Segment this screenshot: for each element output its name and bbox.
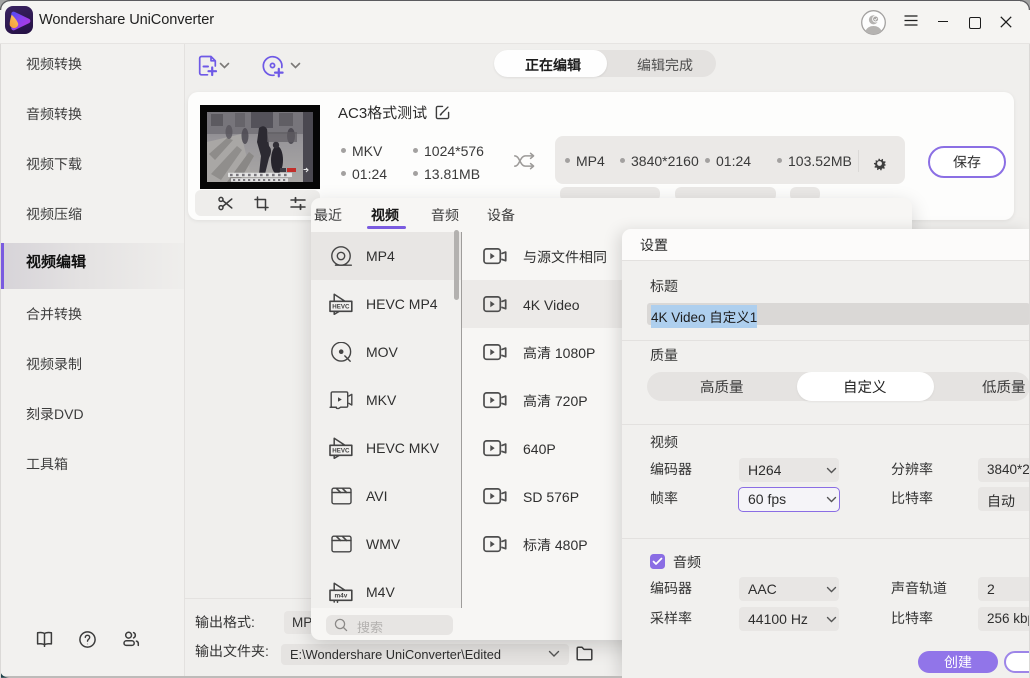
svg-text:HEVC: HEVC [332,304,350,311]
svg-text:HEVC: HEVC [332,448,350,455]
svg-text:m4v: m4v [335,593,348,600]
